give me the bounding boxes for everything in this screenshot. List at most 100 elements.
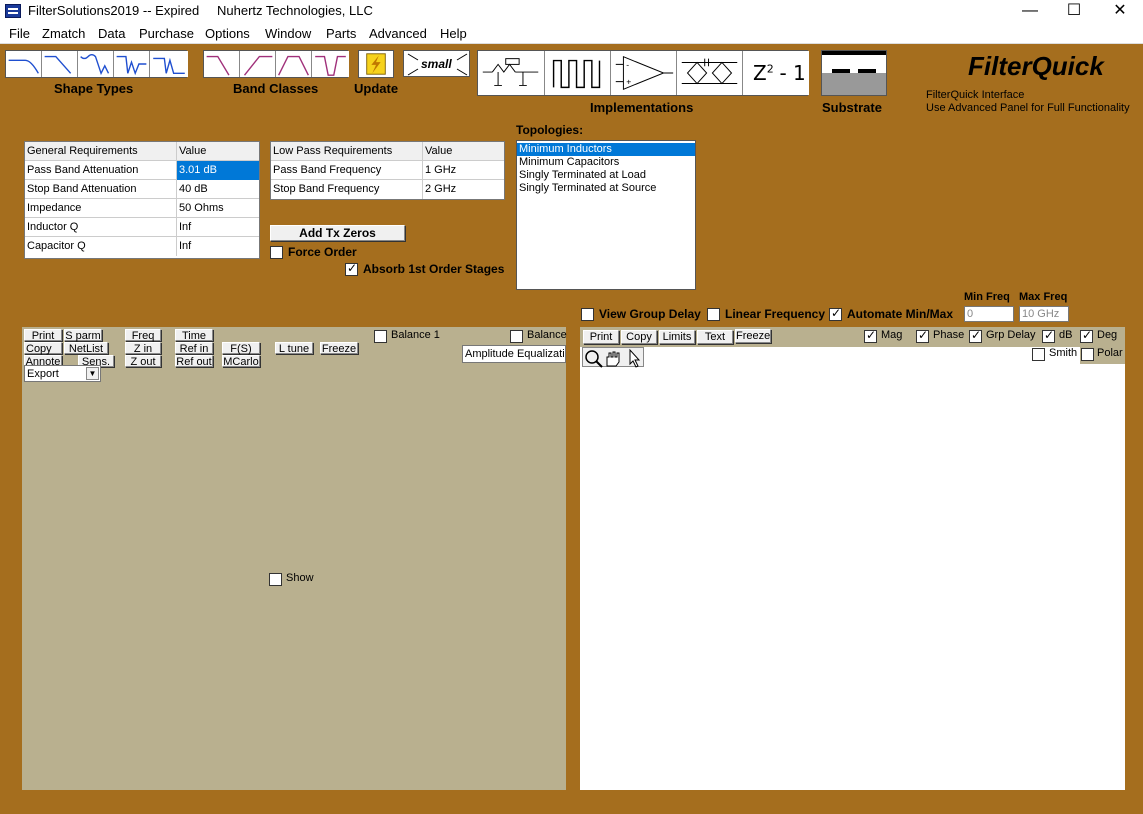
limits-button[interactable]: Limits — [659, 330, 695, 344]
list-item[interactable]: Singly Terminated at Load — [517, 169, 695, 182]
zoom-icon[interactable] — [585, 350, 603, 368]
table-row[interactable]: Impedance 50 Ohms — [25, 199, 259, 218]
table-row[interactable]: Stop Band Attenuation 40 dB — [25, 180, 259, 199]
table-row[interactable]: Stop Band Frequency 2 GHz — [271, 180, 504, 199]
z-in-button[interactable]: Z in — [125, 342, 161, 355]
menu-file[interactable]: File — [9, 26, 30, 41]
time-button[interactable]: Time — [175, 329, 213, 342]
polar-checkbox[interactable] — [1081, 348, 1094, 361]
small-button[interactable]: small — [403, 50, 470, 77]
inductor-q-value[interactable]: Inf — [177, 218, 259, 237]
ref-out-button[interactable]: Ref out — [175, 355, 213, 368]
view-group-delay-checkbox[interactable] — [581, 308, 594, 321]
phase-checkbox[interactable] — [916, 328, 929, 343]
title-bar: FilterSolutions2019 -- Expired Nuhertz T… — [0, 0, 1143, 22]
menu-zmatch[interactable]: Zmatch — [42, 26, 85, 41]
pass-band-frequency-value[interactable]: 1 GHz — [423, 161, 504, 180]
smith-label: Smith — [1049, 347, 1078, 359]
pass-band-attenuation-value[interactable]: 3.01 dB — [177, 161, 259, 180]
automate-checkbox[interactable] — [829, 306, 842, 321]
impl-active-button[interactable]: - + — [611, 51, 677, 95]
automate-label: Automate Min/Max — [847, 307, 954, 321]
band-bandstop-button[interactable] — [312, 51, 349, 77]
impl-switched-cap-button[interactable] — [677, 51, 743, 95]
impl-lumped-button[interactable] — [478, 51, 545, 95]
max-freq-input[interactable]: 10 GHz — [1019, 306, 1069, 322]
impl-distributed-button[interactable] — [545, 51, 611, 95]
list-item[interactable]: Singly Terminated at Source — [517, 182, 695, 195]
smith-checkbox[interactable] — [1032, 348, 1045, 361]
export-select[interactable]: Export ▼ — [24, 365, 101, 382]
mag-checkbox[interactable] — [864, 328, 877, 343]
topologies-list[interactable]: Minimum Inductors Minimum Capacitors Sin… — [516, 140, 696, 290]
menu-parts[interactable]: Parts — [326, 26, 356, 41]
min-freq-input[interactable]: 0 — [964, 306, 1014, 322]
deg-checkbox[interactable] — [1080, 328, 1093, 343]
band-lowpass-button[interactable] — [204, 51, 240, 77]
shape-chebyshev-button[interactable] — [42, 51, 78, 77]
balance-checkbox[interactable] — [510, 330, 523, 343]
freq-button[interactable]: Freq — [125, 329, 161, 342]
list-item[interactable]: Minimum Capacitors — [517, 156, 695, 169]
linear-frequency-checkbox[interactable] — [707, 308, 720, 321]
z-out-button[interactable]: Z out — [125, 355, 161, 368]
band-highpass-button[interactable] — [240, 51, 276, 77]
mcarlo-button[interactable]: MCarlo — [222, 355, 260, 368]
general-requirements-table: General Requirements Value Pass Band Att… — [24, 141, 260, 259]
table-row[interactable]: Capacitor Q Inf — [25, 237, 259, 256]
svg-text:+: + — [626, 76, 631, 86]
update-button[interactable] — [358, 50, 394, 78]
close-icon[interactable]: ✕ — [1098, 0, 1142, 22]
copy-button[interactable]: Copy — [621, 330, 657, 344]
substrate-button[interactable] — [821, 50, 887, 96]
text-button[interactable]: Text — [697, 330, 733, 344]
table-row[interactable]: Inductor Q Inf — [25, 218, 259, 237]
switched-capacitor-icon — [681, 58, 738, 85]
shape-custom-button[interactable] — [150, 51, 188, 77]
db-checkbox[interactable] — [1042, 328, 1055, 343]
table-row[interactable]: Pass Band Frequency 1 GHz — [271, 161, 504, 180]
minimize-icon[interactable]: — — [1008, 0, 1052, 22]
show-checkbox[interactable] — [269, 573, 282, 586]
grp-delay-checkbox[interactable] — [969, 328, 982, 343]
ref-in-button[interactable]: Ref in — [175, 342, 213, 355]
menu-purchase[interactable]: Purchase — [139, 26, 194, 41]
print-button[interactable]: Print — [583, 330, 619, 344]
copy-button[interactable]: Copy — [24, 342, 62, 355]
amplitude-equalization-select[interactable]: Amplitude Equalizatio — [462, 345, 566, 363]
chevron-down-icon[interactable]: ▼ — [86, 367, 99, 380]
menu-window[interactable]: Window — [265, 26, 311, 41]
menu-help[interactable]: Help — [440, 26, 467, 41]
table-row[interactable]: Pass Band Attenuation 3.01 dB — [25, 161, 259, 180]
maximize-icon[interactable]: ☐ — [1052, 0, 1096, 22]
impl-digital-button[interactable]: Z2 - 1 — [743, 51, 809, 95]
column-header: Low Pass Requirements — [271, 142, 423, 161]
circuit-panel: Print S parm Copy NetList Annote Sens. F… — [22, 327, 567, 790]
balance-1-checkbox[interactable] — [374, 330, 387, 343]
fs-button[interactable]: F(S) — [222, 342, 260, 355]
row-label: Capacitor Q — [25, 237, 177, 256]
force-order-checkbox[interactable] — [270, 246, 283, 259]
freeze-button[interactable]: Freeze — [320, 342, 358, 355]
netlist-button[interactable]: NetList — [64, 342, 108, 355]
l-tune-button[interactable]: L tune — [275, 342, 313, 355]
print-button[interactable]: Print — [24, 329, 62, 342]
shape-inverse-button[interactable] — [114, 51, 150, 77]
shape-elliptic-button[interactable] — [78, 51, 114, 77]
menu-options[interactable]: Options — [205, 26, 250, 41]
pan-hand-icon[interactable] — [606, 351, 620, 367]
s-parm-button[interactable]: S parm — [64, 329, 102, 342]
list-item[interactable]: Minimum Inductors — [517, 143, 695, 156]
pointer-icon[interactable] — [629, 348, 641, 368]
stop-band-attenuation-value[interactable]: 40 dB — [177, 180, 259, 199]
capacitor-q-value[interactable]: Inf — [177, 237, 259, 256]
impedance-value[interactable]: 50 Ohms — [177, 199, 259, 218]
absorb-checkbox[interactable] — [345, 261, 358, 276]
shape-butterworth-button[interactable] — [6, 51, 42, 77]
add-tx-zeros-button[interactable]: Add Tx Zeros — [270, 225, 405, 241]
menu-advanced[interactable]: Advanced — [369, 26, 427, 41]
freeze-button[interactable]: Freeze — [735, 329, 771, 343]
stop-band-frequency-value[interactable]: 2 GHz — [423, 180, 504, 199]
menu-data[interactable]: Data — [98, 26, 125, 41]
band-bandpass-button[interactable] — [276, 51, 312, 77]
